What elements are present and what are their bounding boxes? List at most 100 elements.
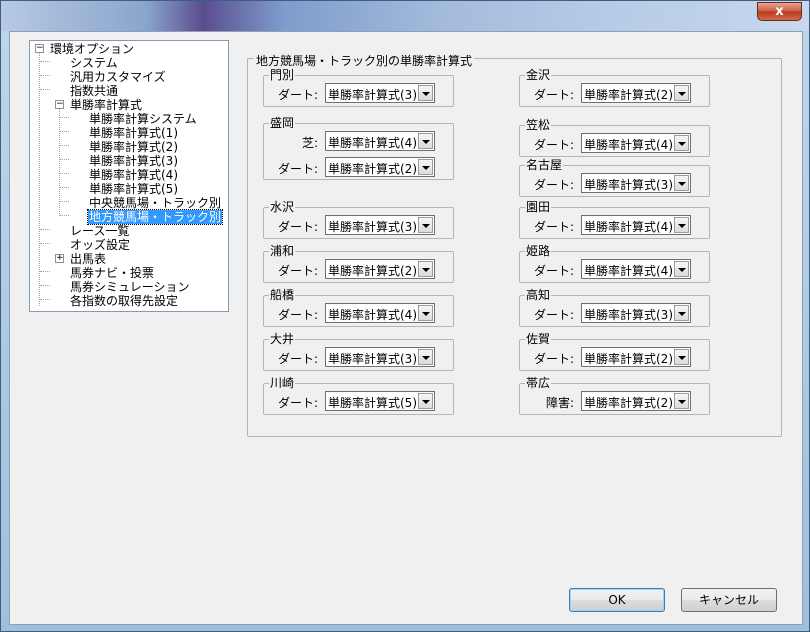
chevron-down-icon[interactable] [674,85,689,101]
formula-select-kanazawa-dirt[interactable]: 単勝率計算式(2) [581,83,691,103]
chevron-down-icon[interactable] [674,305,689,321]
track-row: ダート: 単勝率計算式(3) [264,215,453,235]
track-row: ダート: 単勝率計算式(2) [520,347,709,367]
tree-item-local-tracks[interactable]: 地方競馬場・トラック別 [86,209,224,225]
dialog-window: x − − + 環境オプション システム 汎用カスタマイズ 指数共通 単勝率計算… [0,0,810,632]
formula-select-kawasaki-dirt[interactable]: 単勝率計算式(5) [325,391,435,411]
tree-item-odds-settings[interactable]: オッズ設定 [69,238,131,252]
formula-select-obihiro-steeple[interactable]: 単勝率計算式(2) [581,391,691,411]
venue-saga: 佐賀 ダート: 単勝率計算式(2) [519,332,710,371]
tree-connector [39,52,40,306]
venue-kanazawa: 金沢 ダート: 単勝率計算式(2) [519,68,710,107]
track-row: ダート: 単勝率計算式(2) [520,83,709,103]
chevron-down-icon[interactable] [674,393,689,409]
track-row: ダート: 単勝率計算式(4) [520,215,709,235]
venue-name: 金沢 [525,68,552,82]
venue-urawa: 浦和 ダート: 単勝率計算式(2) [263,244,454,283]
tree-item-index-common[interactable]: 指数共通 [69,84,119,98]
track-label: ダート: [533,264,574,278]
formula-select-urawa-dirt[interactable]: 単勝率計算式(2) [325,259,435,279]
tree-item-entry-table[interactable]: 出馬表 [69,252,107,266]
chevron-down-icon[interactable] [674,135,689,151]
tree-item-formula-5[interactable]: 単勝率計算式(5) [88,182,179,196]
tree-item-formula-2[interactable]: 単勝率計算式(2) [88,140,179,154]
ok-button[interactable]: OK [569,588,665,612]
formula-select-mizusawa-dirt[interactable]: 単勝率計算式(3) [325,215,435,235]
tree-item-env-options[interactable]: 環境オプション [49,42,135,56]
tree-item-formula-4[interactable]: 単勝率計算式(4) [88,168,179,182]
title-bar[interactable] [1,1,809,31]
tree-item-customize[interactable]: 汎用カスタマイズ [69,70,167,84]
tree-item-bet-navi[interactable]: 馬券ナビ・投票 [69,266,155,280]
formula-select-kasamatsu-dirt[interactable]: 単勝率計算式(4) [581,133,691,153]
track-label: ダート: [277,396,318,410]
venue-mizusawa: 水沢 ダート: 単勝率計算式(3) [263,200,454,239]
close-button[interactable]: x [757,2,802,21]
venue-funabashi: 船橋 ダート: 単勝率計算式(4) [263,288,454,327]
tree-item-central-tracks[interactable]: 中央競馬場・トラック別 [88,196,222,210]
track-label: ダート: [533,88,574,102]
track-label: ダート: [277,352,318,366]
venue-name: 姫路 [525,244,552,258]
chevron-down-icon[interactable] [418,261,433,277]
track-label: ダート: [277,162,318,176]
expand-icon[interactable]: + [55,254,64,263]
venue-name: 川崎 [269,376,296,390]
chevron-down-icon[interactable] [418,217,433,233]
options-tree[interactable]: − − + 環境オプション システム 汎用カスタマイズ 指数共通 単勝率計算式 … [29,40,229,312]
tree-item-system[interactable]: システム [69,56,119,70]
venue-name: 船橋 [269,288,296,302]
collapse-icon[interactable]: − [35,44,44,53]
chevron-down-icon[interactable] [418,349,433,365]
formula-select-monbetsu-dirt[interactable]: 単勝率計算式(3) [325,83,435,103]
track-label: 障害: [545,396,574,410]
chevron-down-icon[interactable] [674,261,689,277]
track-label: 芝: [301,136,318,150]
venue-name: 盛岡 [269,116,296,130]
chevron-down-icon[interactable] [418,393,433,409]
venue-name: 帯広 [525,376,552,390]
tree-item-bet-simulation[interactable]: 馬券シミュレーション [69,280,191,294]
track-row: ダート: 単勝率計算式(4) [520,133,709,153]
formula-select-funabashi-dirt[interactable]: 単勝率計算式(4) [325,303,435,323]
chevron-down-icon[interactable] [674,175,689,191]
chevron-down-icon[interactable] [674,349,689,365]
tree-item-race-list[interactable]: レース一覧 [69,224,130,238]
formula-select-kochi-dirt[interactable]: 単勝率計算式(3) [581,303,691,323]
formula-select-sonoda-dirt[interactable]: 単勝率計算式(4) [581,215,691,235]
formula-select-morioka-dirt[interactable]: 単勝率計算式(2) [325,157,435,177]
tree-item-win-rate-formula[interactable]: 単勝率計算式 [69,98,143,112]
track-row: ダート: 単勝率計算式(3) [264,347,453,367]
venue-name: 大井 [269,332,296,346]
venue-name: 園田 [525,200,552,214]
tree-item-formula-3[interactable]: 単勝率計算式(3) [88,154,179,168]
chevron-down-icon[interactable] [674,217,689,233]
track-row: ダート: 単勝率計算式(3) [520,173,709,193]
formula-select-himeji-dirt[interactable]: 単勝率計算式(4) [581,259,691,279]
local-track-group [247,58,782,437]
venue-name: 笠松 [525,118,552,132]
tree-item-formula-1[interactable]: 単勝率計算式(1) [88,126,179,140]
chevron-down-icon[interactable] [418,305,433,321]
track-row: 芝: 単勝率計算式(4) [264,131,453,151]
venue-sonoda: 園田 ダート: 単勝率計算式(4) [519,200,710,239]
formula-select-nagoya-dirt[interactable]: 単勝率計算式(3) [581,173,691,193]
venue-ooi: 大井 ダート: 単勝率計算式(3) [263,332,454,371]
formula-select-ooi-dirt[interactable]: 単勝率計算式(3) [325,347,435,367]
cancel-button[interactable]: キャンセル [681,588,777,612]
formula-select-saga-dirt[interactable]: 単勝率計算式(2) [581,347,691,367]
chevron-down-icon[interactable] [418,133,433,149]
track-row: ダート: 単勝率計算式(3) [264,83,453,103]
track-row: ダート: 単勝率計算式(4) [264,303,453,323]
chevron-down-icon[interactable] [418,85,433,101]
dialog-client-area: − − + 環境オプション システム 汎用カスタマイズ 指数共通 単勝率計算式 … [9,31,803,625]
collapse-icon[interactable]: − [55,100,64,109]
track-label: ダート: [533,178,574,192]
tree-item-win-rate-system[interactable]: 単勝率計算システム [88,112,198,126]
venue-obihiro: 帯広 障害: 単勝率計算式(2) [519,376,710,415]
track-label: ダート: [277,308,318,322]
formula-select-morioka-turf[interactable]: 単勝率計算式(4) [325,131,435,151]
venue-name: 高知 [525,288,552,302]
tree-item-index-source[interactable]: 各指数の取得先設定 [69,294,179,308]
chevron-down-icon[interactable] [418,159,433,175]
